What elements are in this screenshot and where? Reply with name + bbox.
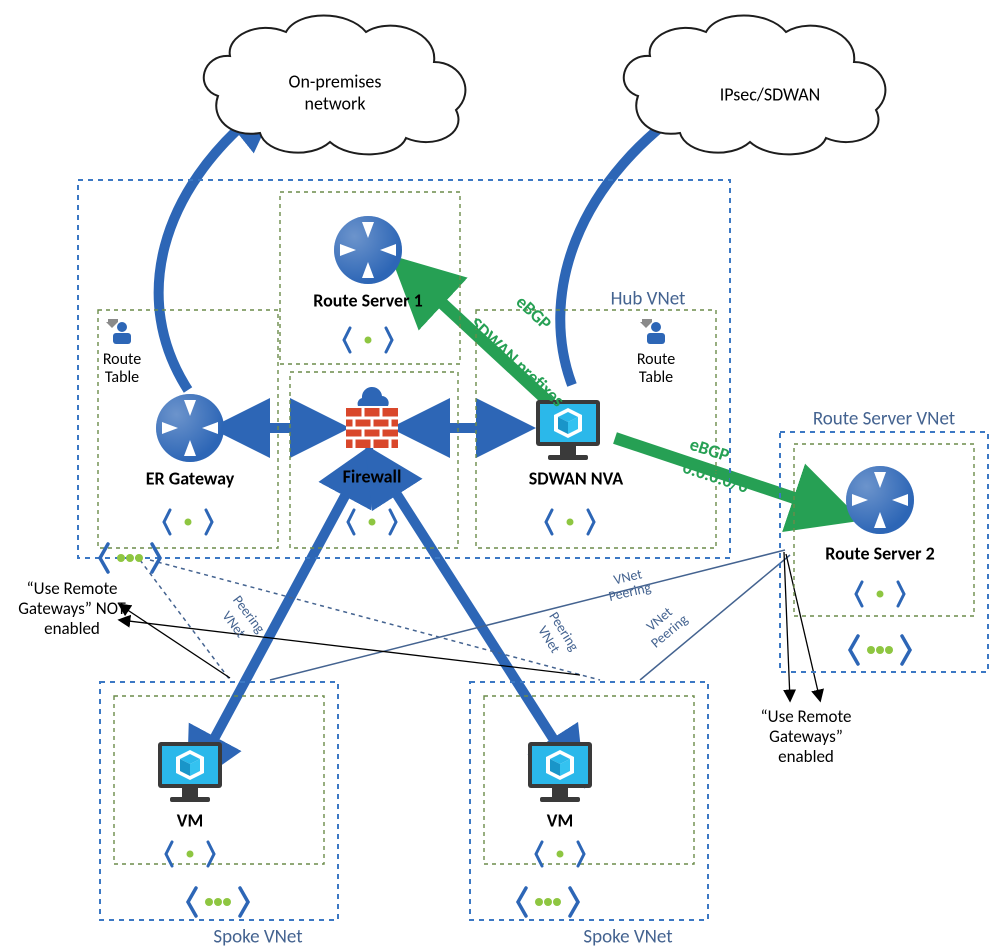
ebgp-label-1a: eBGP [512, 291, 557, 335]
peering-rs-spoke1 [270, 550, 785, 680]
route-server-2 [846, 466, 914, 534]
spoke1-vm-label: VM [177, 809, 203, 831]
spoke2-vm-label: VM [547, 809, 573, 831]
subnet-glyph-nva [546, 510, 594, 534]
note-yes-arrow-2 [786, 554, 820, 700]
route-table-left-l2: Table [105, 368, 139, 387]
link-firewall-vm2 [380, 468, 570, 765]
cloud-onprem: On-premises network [204, 16, 466, 155]
route-table-right-l2: Table [639, 368, 673, 387]
firewall-label: Firewall [343, 465, 402, 487]
note-yes-arrow-1 [784, 552, 790, 700]
spoke1-vm [158, 742, 222, 802]
cloud-onprem-label-2: network [305, 92, 366, 114]
sdwan-nva [536, 400, 600, 460]
firewall-icon [346, 387, 398, 448]
cloud-ipsec: IPsec/SDWAN [624, 16, 886, 155]
subnet-glyph-rs2 [856, 582, 904, 606]
router-icon [846, 466, 914, 534]
subnet-glyph-fw [348, 510, 396, 534]
note-not-arrow-2 [120, 620, 580, 675]
subnet-glyph-spoke2 [536, 842, 584, 866]
er-gateway-label: ER Gateway [146, 467, 235, 489]
peering-hub-spoke2 [150, 560, 600, 680]
route-table-left [106, 319, 131, 344]
note-yes-l3: enabled [778, 746, 834, 767]
subnet-glyph-rs1 [344, 328, 392, 352]
vm-icon [528, 742, 592, 802]
cloud-ipsec-label: IPsec/SDWAN [720, 83, 821, 105]
route-server-1 [334, 216, 402, 284]
spoke1-vnet-box [100, 682, 338, 920]
rs-vnet-label: Route Server VNet [813, 408, 956, 431]
subnet-glyph-spoke1 [166, 842, 214, 866]
spoke2-vnet-box [470, 682, 708, 920]
note-not-arrow-1 [120, 605, 230, 678]
spoke2-vnet-label: Spoke VNet [583, 926, 673, 949]
route-server-1-label: Route Server 1 [313, 289, 422, 311]
vnet-glyph-rs [850, 636, 910, 664]
route-table-icon [106, 319, 131, 344]
vnet-glyph-spoke1 [188, 888, 248, 916]
spoke1-vnet-label: Spoke VNet [213, 926, 303, 949]
router-icon [334, 216, 402, 284]
firewall [346, 387, 398, 448]
note-not-l1: “Use Remote [27, 578, 118, 599]
note-yes-l2: Gateways” [769, 726, 843, 747]
route-table-icon [640, 319, 665, 344]
note-yes-l1: “Use Remote [761, 706, 852, 727]
spoke2-vm [528, 742, 592, 802]
note-not-l2: Gateways” NOT [18, 598, 126, 619]
ebgp-label-1b: SDWAN prefixes [466, 313, 569, 411]
er-gateway [156, 394, 224, 462]
router-icon [156, 394, 224, 462]
note-not-l3: enabled [44, 618, 100, 639]
peering-hub-spoke1 [140, 560, 230, 680]
vnet-glyph-spoke2 [518, 888, 578, 916]
link-er-to-onprem [159, 110, 260, 390]
route-table-right-l1: Route [637, 350, 675, 369]
route-table-left-l1: Route [103, 350, 141, 369]
sdwan-nva-label: SDWAN NVA [529, 467, 624, 489]
vm-icon [158, 742, 222, 802]
hub-vnet-label: Hub VNet [611, 288, 686, 311]
subnet-glyph-er [164, 510, 212, 534]
route-table-right [640, 319, 665, 344]
route-server-2-label: Route Server 2 [825, 542, 934, 564]
vm-icon [536, 400, 600, 460]
cloud-onprem-label-1: On-premises [289, 70, 382, 92]
